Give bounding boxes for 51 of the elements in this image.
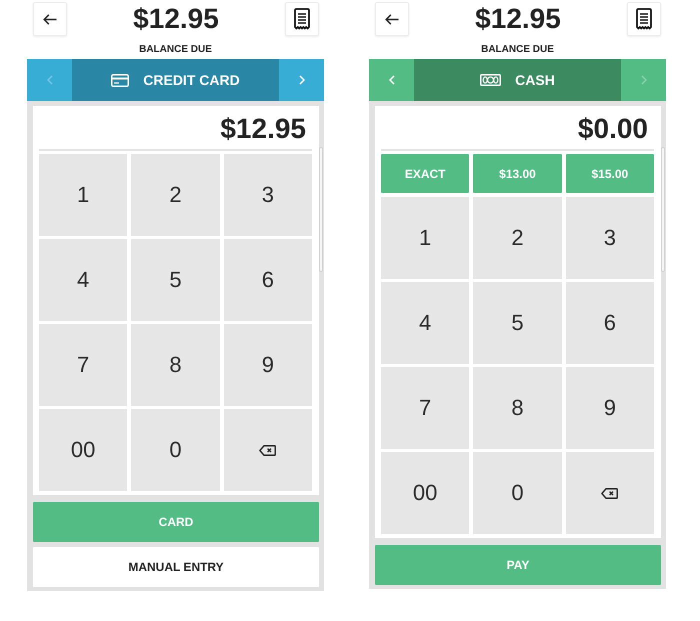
banknote-icon bbox=[480, 74, 502, 86]
keypad-key[interactable]: 2 bbox=[131, 154, 220, 236]
balance-amount: $12.95 bbox=[475, 3, 561, 35]
backspace-key[interactable] bbox=[566, 452, 654, 534]
balance-due-label: BALANCE DUE bbox=[481, 44, 554, 56]
credit-card-icon bbox=[111, 74, 130, 86]
next-method-button[interactable] bbox=[279, 59, 324, 101]
keypad-key[interactable]: 6 bbox=[224, 239, 312, 321]
back-arrow-icon bbox=[43, 14, 57, 24]
entered-amount: $0.00 bbox=[578, 112, 648, 144]
receipt-icon bbox=[294, 8, 310, 30]
payment-method-label: CREDIT CARD bbox=[143, 72, 240, 88]
keypad-key[interactable]: 6 bbox=[566, 282, 654, 364]
keypad-key[interactable]: 5 bbox=[131, 239, 220, 321]
previous-method-button[interactable] bbox=[369, 59, 414, 101]
keypad-key[interactable]: 3 bbox=[224, 154, 312, 236]
payment-method-label: CASH bbox=[515, 72, 555, 88]
keypad-key[interactable]: 9 bbox=[224, 324, 312, 406]
keypad-key[interactable]: 4 bbox=[381, 282, 470, 364]
keypad-key[interactable]: 0 bbox=[131, 409, 220, 491]
back-button[interactable] bbox=[33, 2, 67, 36]
receipt-icon bbox=[636, 8, 652, 30]
chevron-right-icon bbox=[298, 75, 304, 85]
backspace-key[interactable] bbox=[224, 409, 312, 491]
balance-amount: $12.95 bbox=[133, 3, 219, 35]
keypad-key[interactable]: 8 bbox=[473, 367, 562, 449]
keypad-key[interactable]: 9 bbox=[566, 367, 654, 449]
backspace-icon bbox=[601, 488, 618, 498]
chevron-right-icon bbox=[640, 75, 646, 85]
keypad-key[interactable]: 7 bbox=[39, 324, 128, 406]
keypad-key[interactable]: 00 bbox=[39, 409, 128, 491]
back-arrow-icon bbox=[385, 14, 399, 24]
receipt-button[interactable] bbox=[284, 2, 319, 36]
entered-amount: $12.95 bbox=[220, 112, 306, 144]
keypad-key[interactable]: 0 bbox=[473, 452, 562, 534]
keypad-key[interactable]: 5 bbox=[473, 282, 562, 364]
chevron-left-icon bbox=[388, 75, 394, 85]
keypad-key[interactable]: 00 bbox=[381, 452, 470, 534]
chevron-left-icon bbox=[46, 75, 52, 85]
keypad-key[interactable]: 8 bbox=[131, 324, 220, 406]
keypad-key[interactable]: 3 bbox=[566, 197, 654, 279]
keypad-key[interactable]: 4 bbox=[39, 239, 128, 321]
balance-due-label: BALANCE DUE bbox=[139, 44, 212, 56]
action-button[interactable]: MANUAL ENTRY bbox=[33, 547, 319, 587]
keypad-key[interactable]: 1 bbox=[39, 154, 128, 236]
keypad-key[interactable]: 2 bbox=[473, 197, 562, 279]
back-button[interactable] bbox=[375, 2, 409, 36]
keypad-key[interactable]: 1 bbox=[381, 197, 470, 279]
keypad-key[interactable]: 7 bbox=[381, 367, 470, 449]
backspace-icon bbox=[259, 444, 276, 456]
receipt-button[interactable] bbox=[626, 2, 661, 36]
